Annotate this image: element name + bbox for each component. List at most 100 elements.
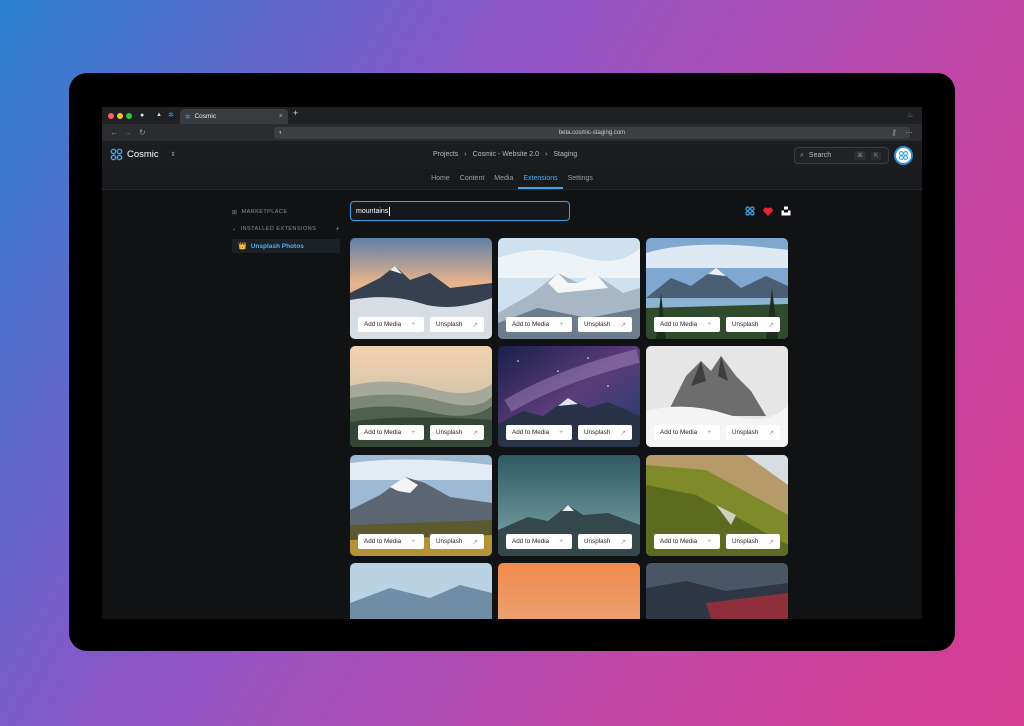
unsplash-link-button[interactable]: Unsplash ↗ bbox=[430, 425, 484, 440]
photo-image bbox=[646, 563, 788, 619]
add-to-media-button[interactable]: Add to Media + bbox=[358, 425, 424, 440]
add-to-media-label: Add to Media bbox=[364, 321, 402, 328]
browser-window: ● ▲ ✲ ✲ Cosmic × + ♨ ← → ↻ ◐ beta.cosmic… bbox=[102, 107, 922, 619]
external-link-icon: ↗ bbox=[472, 538, 479, 546]
unsplash-link-label: Unsplash bbox=[732, 321, 759, 328]
photo-card[interactable] bbox=[350, 563, 492, 619]
unsplash-link-label: Unsplash bbox=[436, 429, 463, 436]
marketplace-label: MARKETPLACE bbox=[241, 209, 288, 215]
plus-icon: + bbox=[411, 538, 416, 545]
photo-image bbox=[498, 563, 640, 619]
plus-icon: + bbox=[411, 429, 416, 436]
close-window-dot[interactable] bbox=[108, 113, 114, 119]
unsplash-link-button[interactable]: Unsplash ↗ bbox=[726, 317, 780, 332]
photo-search-input[interactable]: mountains bbox=[350, 201, 570, 221]
photo-card[interactable]: Add to Media + Unsplash ↗ bbox=[498, 346, 640, 447]
sidebar-item-marketplace[interactable]: ⊞ MARKETPLACE bbox=[232, 206, 340, 218]
back-icon[interactable]: ← bbox=[110, 128, 118, 137]
card-actions: Add to Media + Unsplash ↗ bbox=[358, 534, 484, 549]
brand[interactable]: Cosmic ⇕ bbox=[110, 148, 176, 161]
flame-icon[interactable]: ♨ bbox=[907, 112, 913, 119]
tab-extensions[interactable]: Extensions bbox=[518, 169, 563, 189]
unsplash-link-button[interactable]: Unsplash ↗ bbox=[726, 534, 780, 549]
tab-home[interactable]: Home bbox=[426, 169, 455, 189]
crumb-bucket[interactable]: Staging bbox=[553, 151, 577, 158]
photo-card[interactable]: Add to Media + Unsplash ↗ bbox=[646, 346, 788, 447]
card-actions: Add to Media + Unsplash ↗ bbox=[506, 317, 632, 332]
card-actions: Add to Media + Unsplash ↗ bbox=[654, 317, 780, 332]
photo-card[interactable]: Add to Media + Unsplash ↗ bbox=[350, 455, 492, 556]
photo-card[interactable]: Add to Media + Unsplash ↗ bbox=[498, 238, 640, 339]
plus-icon: + bbox=[707, 321, 712, 328]
tab-content[interactable]: Content bbox=[455, 169, 490, 189]
add-to-media-button[interactable]: Add to Media + bbox=[358, 534, 424, 549]
global-search[interactable]: ⌕ Search ⌘ K bbox=[794, 147, 889, 164]
add-extension-icon[interactable]: + bbox=[336, 226, 341, 233]
photo-card[interactable]: Add to Media + Unsplash ↗ bbox=[350, 346, 492, 447]
external-link-icon: ↗ bbox=[768, 429, 775, 437]
photo-search-value: mountains bbox=[356, 207, 389, 215]
github-icon[interactable]: ● bbox=[140, 112, 144, 119]
add-to-media-button[interactable]: Add to Media + bbox=[654, 534, 720, 549]
avatar[interactable] bbox=[894, 146, 913, 165]
add-to-media-button[interactable]: Add to Media + bbox=[358, 317, 424, 332]
unsplash-logo-icon[interactable] bbox=[781, 206, 791, 216]
add-to-media-label: Add to Media bbox=[364, 429, 402, 436]
add-to-media-button[interactable]: Add to Media + bbox=[506, 534, 572, 549]
external-link-icon: ↗ bbox=[768, 538, 775, 546]
search-icon: ⌕ bbox=[800, 151, 804, 159]
sidebar: ⊞ MARKETPLACE ⌄ INSTALLED EXTENSIONS + 👑… bbox=[232, 206, 340, 253]
reload-icon[interactable]: ↻ bbox=[139, 128, 146, 137]
zoom-window-dot[interactable] bbox=[126, 113, 132, 119]
unsplash-link-label: Unsplash bbox=[584, 538, 611, 545]
heart-icon[interactable] bbox=[763, 207, 773, 216]
add-to-media-button[interactable]: Add to Media + bbox=[654, 317, 720, 332]
unsplash-link-button[interactable]: Unsplash ↗ bbox=[578, 534, 632, 549]
add-to-media-label: Add to Media bbox=[512, 429, 550, 436]
add-to-media-button[interactable]: Add to Media + bbox=[506, 317, 572, 332]
photo-card[interactable] bbox=[646, 563, 788, 619]
text-cursor bbox=[389, 206, 391, 216]
minimize-window-dot[interactable] bbox=[117, 113, 123, 119]
unsplash-link-button[interactable]: Unsplash ↗ bbox=[430, 317, 484, 332]
breadcrumb: Projects › Cosmic - Website 2.0 › Stagin… bbox=[433, 151, 577, 158]
card-actions: Add to Media + Unsplash ↗ bbox=[506, 534, 632, 549]
tab-close-icon[interactable]: × bbox=[279, 113, 283, 120]
photo-card[interactable]: Add to Media + Unsplash ↗ bbox=[646, 455, 788, 556]
cosmic-small-icon[interactable]: ✲ bbox=[168, 112, 174, 119]
unsplash-link-button[interactable]: Unsplash ↗ bbox=[430, 534, 484, 549]
photo-card[interactable]: Add to Media + Unsplash ↗ bbox=[498, 455, 640, 556]
tab-media[interactable]: Media bbox=[489, 169, 518, 189]
device-frame: ● ▲ ✲ ✲ Cosmic × + ♨ ← → ↻ ◐ beta.cosmic… bbox=[69, 73, 955, 651]
installed-extensions-header[interactable]: ⌄ INSTALLED EXTENSIONS + bbox=[232, 223, 340, 235]
unsplash-link-label: Unsplash bbox=[732, 538, 759, 545]
unsplash-link-button[interactable]: Unsplash ↗ bbox=[578, 317, 632, 332]
add-to-media-label: Add to Media bbox=[660, 429, 698, 436]
photo-card[interactable]: Add to Media + Unsplash ↗ bbox=[350, 238, 492, 339]
new-tab-icon[interactable]: + bbox=[293, 109, 298, 118]
key-icon[interactable]: ⚷ bbox=[891, 128, 897, 137]
photo-card[interactable]: Add to Media + Unsplash ↗ bbox=[646, 238, 788, 339]
search-label: Search bbox=[808, 152, 832, 159]
unsplash-link-button[interactable]: Unsplash ↗ bbox=[726, 425, 780, 440]
plus-icon: + bbox=[707, 538, 712, 545]
add-to-media-label: Add to Media bbox=[512, 538, 550, 545]
photo-card[interactable] bbox=[498, 563, 640, 619]
store-icon: ⊞ bbox=[232, 209, 238, 216]
project-switcher-icon[interactable]: ⇕ bbox=[171, 151, 176, 158]
crumb-project[interactable]: Cosmic - Website 2.0 bbox=[473, 151, 539, 158]
unsplash-link-label: Unsplash bbox=[436, 538, 463, 545]
triangle-icon[interactable]: ▲ bbox=[156, 112, 162, 119]
cosmic-media-icon[interactable] bbox=[745, 206, 755, 216]
sidebar-item-unsplash[interactable]: 👑 Unsplash Photos bbox=[232, 239, 340, 253]
browser-tab[interactable]: ✲ Cosmic × bbox=[180, 109, 288, 124]
forward-icon[interactable]: → bbox=[124, 128, 132, 137]
tab-settings[interactable]: Settings bbox=[563, 169, 598, 189]
shortcut-k: K bbox=[871, 151, 882, 160]
more-icon[interactable]: ⋯ bbox=[905, 128, 913, 137]
crumb-projects[interactable]: Projects bbox=[433, 151, 458, 158]
add-to-media-button[interactable]: Add to Media + bbox=[506, 425, 572, 440]
unsplash-link-button[interactable]: Unsplash ↗ bbox=[578, 425, 632, 440]
url-field[interactable]: ◐ beta.cosmic-staging.com bbox=[274, 127, 910, 139]
add-to-media-button[interactable]: Add to Media + bbox=[654, 425, 720, 440]
